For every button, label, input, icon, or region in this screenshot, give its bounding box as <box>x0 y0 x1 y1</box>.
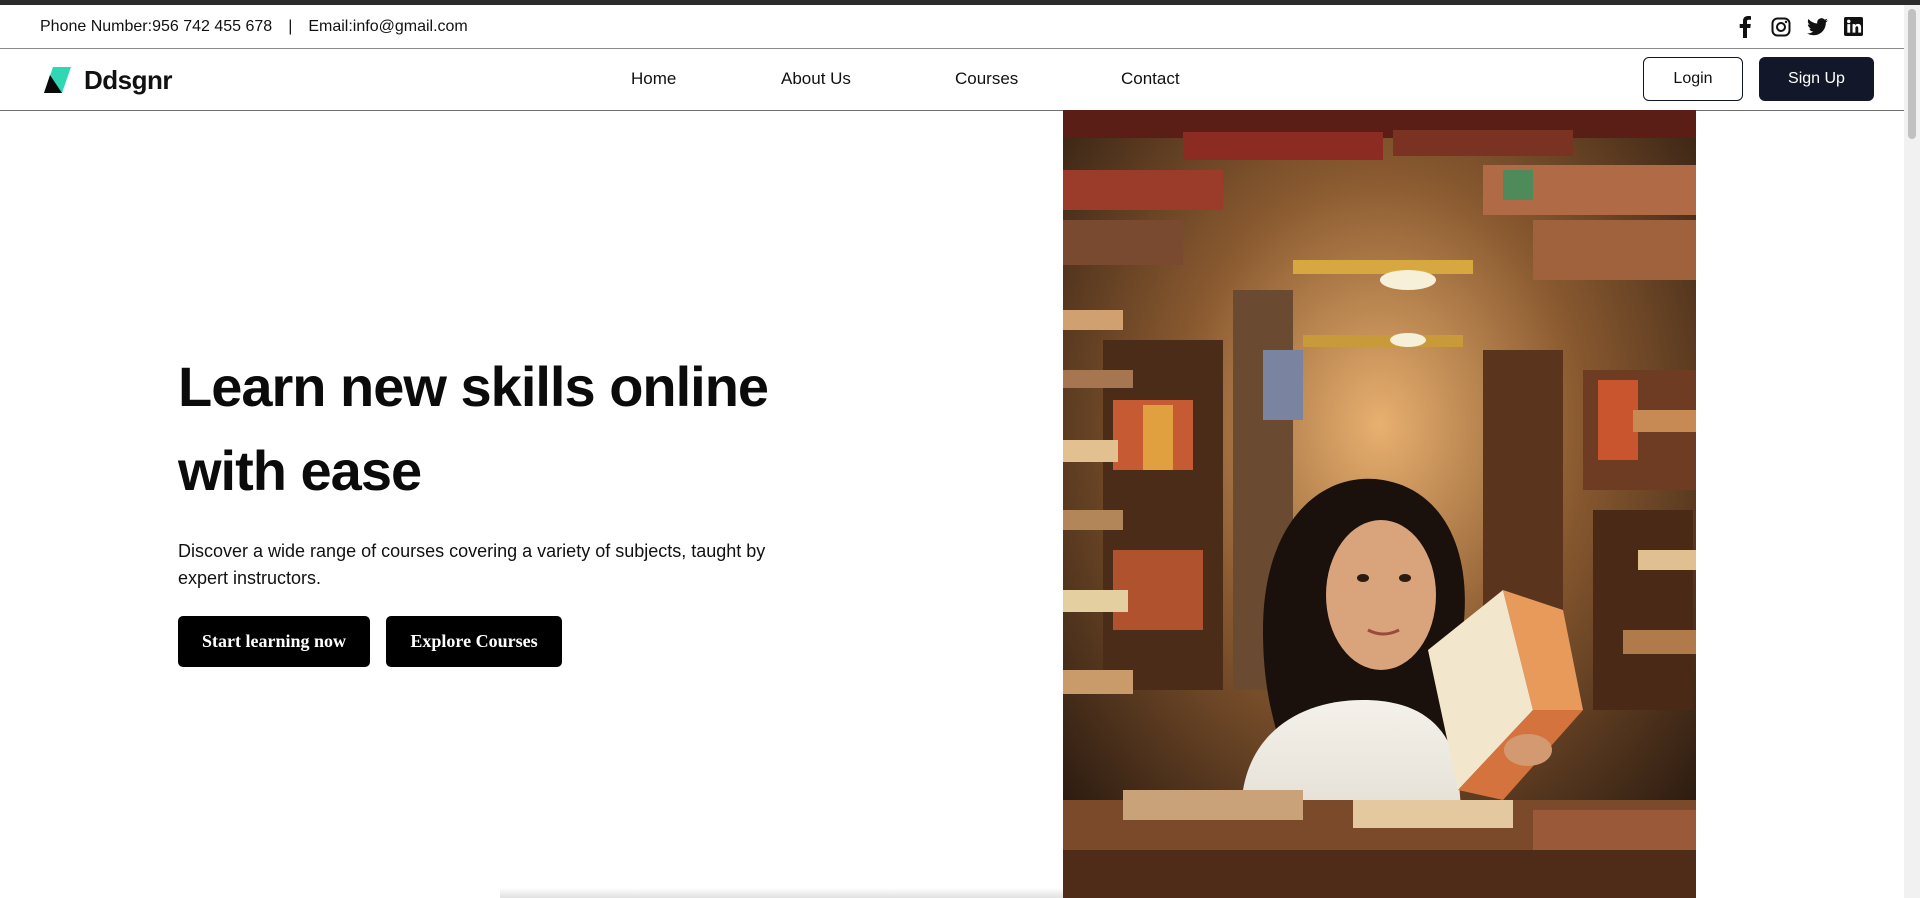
hero-image-woman-reading-in-bookstore <box>1063 110 1696 898</box>
instagram-icon[interactable] <box>1770 16 1792 38</box>
bottom-card-shadow <box>500 888 1063 898</box>
facebook-icon[interactable] <box>1734 15 1756 38</box>
explore-courses-button[interactable]: Explore Courses <box>386 616 562 667</box>
hero-title-line-2: with ease <box>178 439 422 502</box>
brand-logo-link[interactable]: Ddsgnr <box>40 64 173 96</box>
nav-link-about-us[interactable]: About Us <box>781 69 851 89</box>
phone-number: Phone Number:956 742 455 678 <box>40 17 273 35</box>
main-navbar: Ddsgnr Home About Us Courses Contact Log… <box>0 50 1904 111</box>
brand-logo-icon <box>44 67 71 93</box>
social-links <box>1734 15 1864 38</box>
hero-title: Learn new skills online with ease <box>178 345 798 513</box>
brand-name: Ddsgnr <box>84 64 173 95</box>
nav-link-courses[interactable]: Courses <box>955 69 1018 89</box>
page-scrollbar[interactable] <box>1904 5 1920 898</box>
topbar-separator: | <box>288 17 293 35</box>
contact-topbar: Phone Number:956 742 455 678 | Email:inf… <box>0 5 1904 49</box>
linkedin-icon[interactable] <box>1842 16 1864 38</box>
login-button[interactable]: Login <box>1643 57 1743 101</box>
nav-link-contact[interactable]: Contact <box>1121 69 1180 89</box>
twitter-icon[interactable] <box>1806 16 1828 38</box>
email-address: Email:info@gmail.com <box>308 17 468 35</box>
scrollbar-thumb[interactable] <box>1908 9 1916 139</box>
start-learning-button[interactable]: Start learning now <box>178 616 370 667</box>
hero-title-line-1: Learn new skills online <box>178 355 769 418</box>
nav-link-home[interactable]: Home <box>631 69 676 89</box>
sign-up-button[interactable]: Sign Up <box>1759 57 1874 101</box>
hero-description: Discover a wide range of courses coverin… <box>178 541 766 588</box>
hero-buttons: Start learning now Explore Courses <box>178 616 562 667</box>
